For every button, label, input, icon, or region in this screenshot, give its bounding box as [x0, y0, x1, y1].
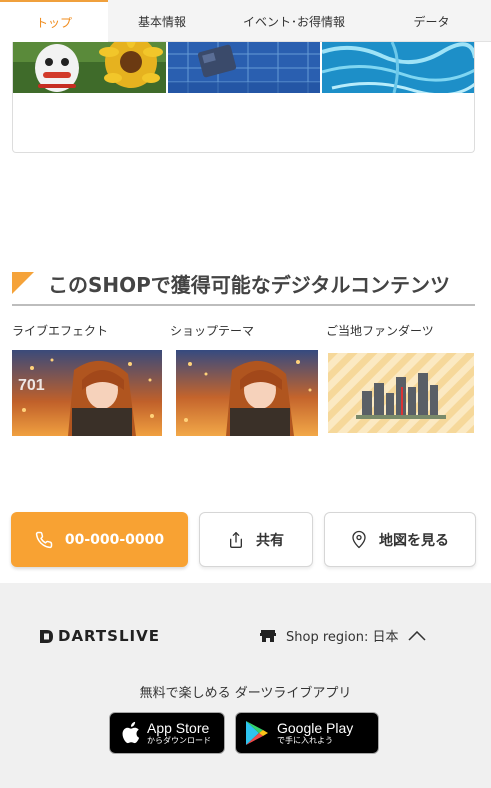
content-label: ショップテーマ: [170, 324, 255, 338]
store-icon: [260, 629, 276, 642]
photo-gallery-card: [12, 42, 475, 153]
tab-bar: トップ 基本情報 イベント･お得情報 データ: [0, 0, 491, 42]
app-store-sub: からダウンロード: [147, 736, 211, 745]
app-store-main: App Store: [147, 720, 210, 736]
tab-events[interactable]: イベント･お得情報: [216, 0, 372, 42]
google-play-badge[interactable]: Google Play で手に入れよう: [235, 712, 379, 754]
local-darts-thumbnail[interactable]: [328, 353, 474, 433]
phone-number: 00-000-0000: [64, 531, 165, 548]
digital-contents-heading: このSHOPで獲得可能なデジタルコンテンツ: [12, 262, 475, 306]
content-label: ご当地ファンダーツ: [326, 324, 434, 338]
tab-basic-info[interactable]: 基本情報: [108, 0, 216, 42]
shop-theme-thumbnail[interactable]: [176, 350, 318, 436]
content-local-darts[interactable]: ご当地ファンダーツ: [326, 322, 474, 433]
live-effect-thumbnail[interactable]: 701: [12, 350, 162, 436]
app-caption: 無料で楽しめる ダーツライブアプリ: [139, 686, 352, 701]
section-title: このSHOPで獲得可能なデジタルコンテンツ: [48, 272, 451, 297]
app-store-badge[interactable]: App Store からダウンロード: [109, 712, 225, 754]
share-icon: [230, 531, 242, 548]
dartslive-logo[interactable]: DARTSLIVE: [39, 627, 160, 645]
footer: DARTSLIVE Shop region: 日本 無料で楽しめる ダーツライブ…: [0, 583, 491, 788]
content-live-effect[interactable]: ライブエフェクト 701: [12, 322, 162, 436]
content-shop-theme[interactable]: ショップテーマ: [170, 322, 318, 436]
svg-text:701: 701: [18, 377, 45, 394]
content-label: ライブエフェクト: [12, 324, 109, 338]
share-label: 共有: [256, 532, 284, 549]
call-button[interactable]: 00-000-0000: [11, 512, 188, 567]
map-pin-icon: [352, 530, 366, 549]
view-map-button[interactable]: 地図を見る: [324, 512, 476, 567]
shop-photo-3[interactable]: [321, 42, 474, 93]
share-button[interactable]: 共有: [199, 512, 313, 567]
shop-photo-2[interactable]: [168, 42, 320, 93]
heading-triangle-icon: [12, 272, 34, 294]
google-play-sub: で手に入れよう: [277, 736, 333, 745]
google-play-icon: [246, 721, 268, 745]
google-play-main: Google Play: [277, 720, 354, 736]
tab-data[interactable]: データ: [372, 0, 491, 42]
tab-top[interactable]: トップ: [0, 0, 108, 42]
shop-region-label: Shop region: 日本: [286, 630, 399, 645]
apple-icon: [122, 721, 140, 744]
phone-icon: [35, 531, 53, 548]
chevron-up-icon: [408, 630, 426, 641]
dartslive-logo-icon: [40, 629, 53, 643]
shop-photo-1[interactable]: [13, 42, 167, 93]
map-label: 地図を見る: [379, 532, 449, 549]
logo-text: DARTSLIVE: [58, 627, 160, 645]
shop-region-selector[interactable]: Shop region: 日本: [260, 626, 426, 645]
